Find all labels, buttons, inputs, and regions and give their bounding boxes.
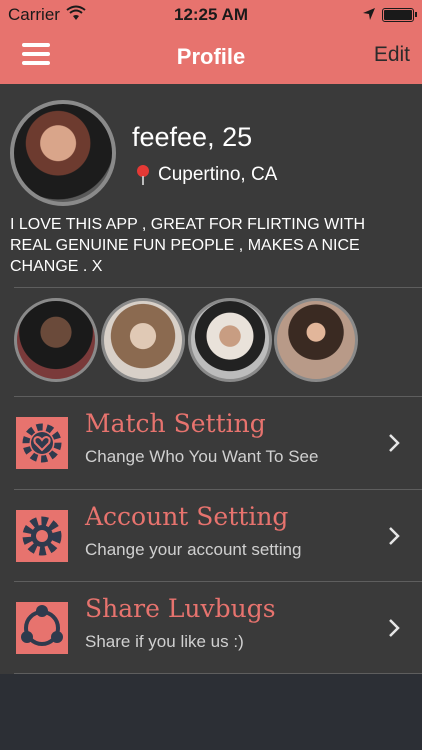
edit-button[interactable]: Edit — [374, 43, 410, 67]
profile-photo-1[interactable] — [14, 298, 98, 382]
share-title: Share Luvbugs — [85, 594, 276, 623]
chevron-right-icon — [389, 434, 400, 452]
status-bar: Carrier 12:25 AM — [0, 0, 422, 30]
profile-name: feefee, 25 — [132, 122, 253, 152]
page-title: Profile — [176, 44, 246, 69]
chevron-right-icon — [389, 527, 400, 545]
divider — [14, 287, 422, 288]
share-icon — [16, 602, 68, 654]
bottom-empty-area — [0, 674, 422, 750]
profile-location: Cupertino, CA — [158, 164, 278, 185]
match-setting-row[interactable]: Match Setting Change Who You Want To See — [0, 397, 422, 489]
battery-icon — [382, 8, 417, 22]
account-setting-title: Account Setting — [85, 502, 289, 531]
chevron-right-icon — [389, 619, 400, 637]
nav-bar: Profile Edit — [0, 30, 422, 84]
profile-photo-4[interactable] — [274, 298, 358, 382]
share-row[interactable]: Share Luvbugs Share if you like us :) — [0, 582, 422, 674]
location-arrow-icon — [363, 8, 375, 20]
account-setting-row[interactable]: Account Setting Change your account sett… — [0, 490, 422, 582]
profile-avatar[interactable] — [10, 100, 116, 206]
location-pin-icon — [137, 165, 149, 185]
gear-icon — [16, 510, 68, 562]
account-setting-subtitle: Change your account setting — [85, 540, 302, 559]
match-setting-title: Match Setting — [85, 409, 266, 438]
profile-photo-2[interactable] — [101, 298, 185, 382]
status-time: 12:25 AM — [173, 5, 248, 24]
heart-gear-icon — [16, 417, 68, 469]
profile-photo-3[interactable] — [188, 298, 272, 382]
profile-bio: I LOVE THIS APP , GREAT FOR FLIRTING WIT… — [10, 216, 366, 275]
share-subtitle: Share if you like us :) — [85, 632, 244, 651]
match-setting-subtitle: Change Who You Want To See — [85, 447, 319, 466]
